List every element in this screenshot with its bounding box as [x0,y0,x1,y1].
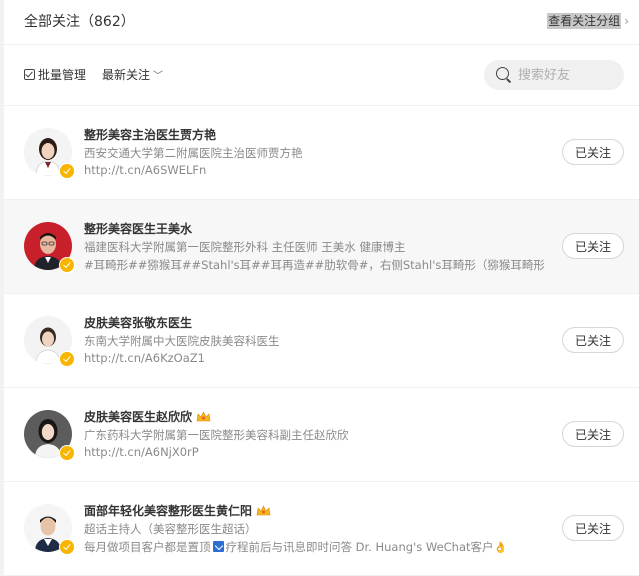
list-item[interactable]: 整形美容医生王美水 福建医科大学附属第一医院整形外科 主任医师 王美水 健康博主… [4,200,639,294]
page-title: 全部关注（862） [24,14,135,30]
view-groups-label: 查看关注分组 [547,13,622,29]
toolbar: 批量管理 最新关注 ﹀ [4,45,639,106]
user-link[interactable]: http://t.cn/A6SWELFn [84,163,544,177]
user-name[interactable]: 整形美容主治医生贾方艳 [84,126,216,143]
user-name[interactable]: 皮肤美容医生赵欣欣 [84,408,211,425]
verified-badge-icon [59,539,75,555]
follow-list-panel: 全部关注（862） 查看关注分组 › 批量管理 最新关注 ﹀ 搜索好友 整形美容… [4,0,639,576]
follow-list: 整形美容主治医生贾方艳 西安交通大学第二附属医院主治医师贾方艳 http://t… [4,106,639,576]
list-item[interactable]: 皮肤美容医生赵欣欣 广东药科大学附属第一医院整形美容科副主任赵欣欣 http:/… [4,388,639,482]
crown-icon [256,504,271,517]
followed-button[interactable]: 已关注 [562,421,624,447]
hand-emoji-icon: 👌 [493,541,508,554]
user-name[interactable]: 整形美容医生王美水 [84,220,192,237]
followed-button[interactable]: 已关注 [562,139,624,165]
user-description: 超话主持人（美容整形医生超话） [84,522,257,536]
list-item[interactable]: 面部年轻化美容整形医生黄仁阳 超话主持人（美容整形医生超话） 每月做项目客户都是… [4,482,639,576]
pin-top-icon [212,541,224,552]
user-description: 广东药科大学附属第一医院整形美容科副主任赵欣欣 [84,428,349,442]
user-name[interactable]: 面部年轻化美容整形医生黄仁阳 [84,502,271,519]
panel-header: 全部关注（862） 查看关注分组 › [4,0,639,45]
user-name[interactable]: 皮肤美容张敬东医生 [84,314,192,331]
search-input[interactable] [516,66,620,84]
followed-button[interactable]: 已关注 [562,233,624,259]
followed-button[interactable]: 已关注 [562,515,624,541]
chevron-down-icon: ﹀ [153,71,164,82]
user-description: 东南大学附属中大医院皮肤美容科医生 [84,334,280,348]
chevron-right-icon: › [624,14,629,28]
checkbox-icon [24,69,35,80]
search-icon[interactable] [496,67,512,83]
user-latest-post[interactable]: 每月做项目客户都是置顶 疗程前后与讯息即时问答 Dr. Huang's WeCha… [84,539,544,555]
verified-badge-icon [59,351,75,367]
verified-badge-icon [59,257,75,273]
search-box[interactable] [484,60,624,90]
list-item[interactable]: 皮肤美容张敬东医生 东南大学附属中大医院皮肤美容科医生 http://t.cn/… [4,294,639,388]
user-description: 西安交通大学第二附属医院主治医师贾方艳 [84,146,303,160]
user-latest-post[interactable]: #耳畸形##猕猴耳##Stahl's耳##耳再造##肋软骨#，右侧Stahl's… [84,257,544,273]
user-description: 福建医科大学附属第一医院整形外科 主任医师 王美水 健康博主 [84,240,406,254]
batch-manage-button[interactable]: 批量管理 [24,66,86,83]
user-link[interactable]: http://t.cn/A6KzOaZ1 [84,351,544,365]
sort-dropdown[interactable]: 最新关注 ﹀ [102,66,163,83]
verified-badge-icon [59,163,75,179]
followed-button[interactable]: 已关注 [562,327,624,353]
view-groups-link[interactable]: 查看关注分组 › [547,12,629,29]
verified-badge-icon [59,445,75,461]
user-link[interactable]: http://t.cn/A6NjX0rP [84,445,544,459]
sort-label: 最新关注 [102,68,151,82]
list-item[interactable]: 整形美容主治医生贾方艳 西安交通大学第二附属医院主治医师贾方艳 http://t… [4,106,639,200]
batch-manage-label: 批量管理 [38,68,87,82]
crown-icon [196,410,211,423]
